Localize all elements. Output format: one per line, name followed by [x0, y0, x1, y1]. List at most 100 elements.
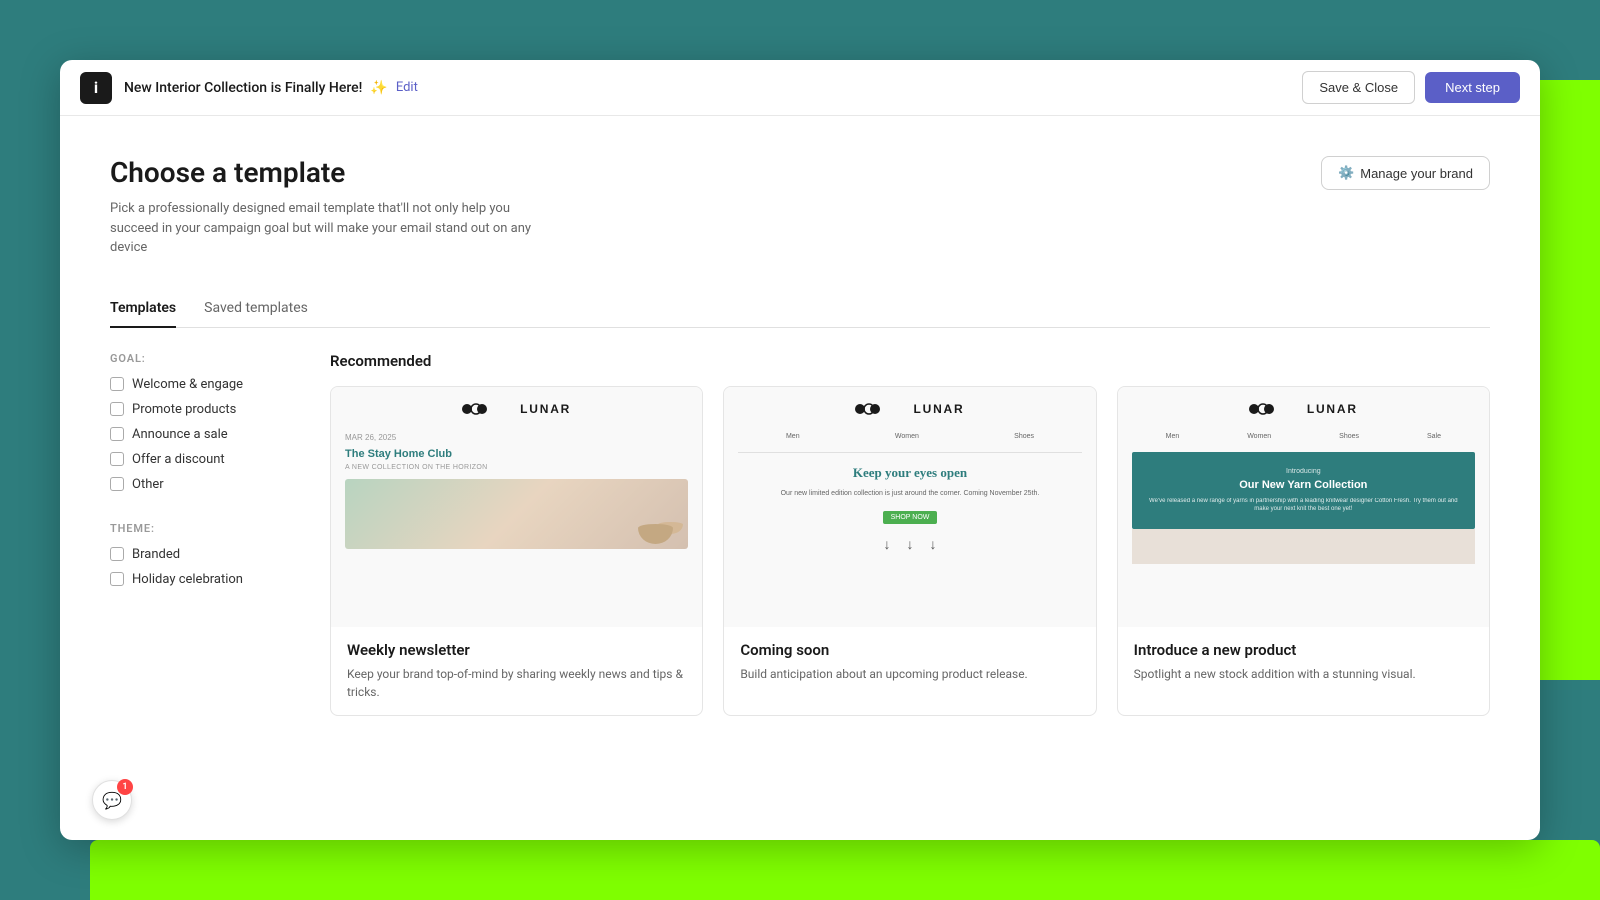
- page-title: Choose a template: [110, 156, 550, 189]
- other-checkbox[interactable]: [110, 477, 124, 491]
- chat-button[interactable]: 💬 1: [92, 780, 132, 820]
- preview-nav: Men Women Shoes: [738, 433, 1081, 440]
- preview-new-collection: A NEW COLLECTION ON THE HORIZON: [345, 464, 688, 471]
- preview-teal-banner: Introducing Our New Yarn Collection We'v…: [1132, 452, 1475, 530]
- template-desc-coming-soon: Build anticipation about an upcoming pro…: [740, 665, 1079, 683]
- preview-image: [345, 479, 688, 549]
- template-preview-newsletter: LUNAR MAR 26, 2025 The Stay Home Club A …: [331, 387, 702, 627]
- sidebar-item-discount[interactable]: Offer a discount: [110, 452, 290, 467]
- holiday-checkbox[interactable]: [110, 572, 124, 586]
- template-name-newsletter: Weekly newsletter: [347, 641, 686, 659]
- promote-checkbox[interactable]: [110, 402, 124, 416]
- template-info-coming-soon: Coming soon Build anticipation about an …: [724, 627, 1095, 697]
- page-header-left: Choose a template Pick a professionally …: [110, 156, 550, 258]
- main-window: i New Interior Collection is Finally Her…: [60, 60, 1540, 840]
- next-step-button[interactable]: Next step: [1425, 72, 1520, 103]
- tab-saved-templates[interactable]: Saved templates: [204, 290, 308, 328]
- sidebar-item-promote[interactable]: Promote products: [110, 402, 290, 417]
- lunar-brand-2: LUNAR: [913, 402, 964, 416]
- manage-brand-label: Manage your brand: [1360, 166, 1473, 181]
- preview-date: MAR 26, 2025: [345, 433, 688, 442]
- welcome-checkbox[interactable]: [110, 377, 124, 391]
- template-desc-newsletter: Keep your brand top-of-mind by sharing w…: [347, 665, 686, 701]
- other-label: Other: [132, 477, 164, 492]
- template-tabs: Templates Saved templates: [110, 290, 1490, 328]
- templates-area: Recommended: [330, 352, 1490, 716]
- logo-letter: i: [94, 78, 98, 97]
- nav-men: Men: [786, 433, 800, 440]
- sparkle-icon: ✨: [370, 80, 387, 96]
- preview-eyes-open: Keep your eyes open: [738, 465, 1081, 481]
- arrow-3: ↓: [929, 536, 936, 552]
- template-preview-coming-soon: LUNAR Men Women Shoes Keep your eyes ope…: [724, 387, 1095, 627]
- preview-shop-center: SHOP NOW: [738, 506, 1081, 524]
- goal-section-label: GOAL:: [110, 352, 290, 365]
- announce-checkbox[interactable]: [110, 427, 124, 441]
- preview-product-image: [1132, 529, 1475, 564]
- announce-label: Announce a sale: [132, 427, 228, 442]
- page-description: Pick a professionally designed email tem…: [110, 199, 550, 258]
- branded-checkbox[interactable]: [110, 547, 124, 561]
- discount-checkbox[interactable]: [110, 452, 124, 466]
- topbar: i New Interior Collection is Finally Her…: [60, 60, 1540, 116]
- lunar-brand-3: LUNAR: [1307, 402, 1358, 416]
- app-logo: i: [80, 72, 112, 104]
- chat-badge: 1: [117, 779, 133, 795]
- sidebar-item-announce[interactable]: Announce a sale: [110, 427, 290, 442]
- edit-link[interactable]: Edit: [396, 80, 418, 95]
- preview-stay-home: The Stay Home Club: [345, 448, 688, 460]
- sidebar: GOAL: Welcome & engage Promote products …: [110, 352, 290, 716]
- template-info-newsletter: Weekly newsletter Keep your brand top-of…: [331, 627, 702, 715]
- promote-label: Promote products: [132, 402, 236, 417]
- preview-shop-now: SHOP NOW: [883, 511, 938, 524]
- template-name-coming-soon: Coming soon: [740, 641, 1079, 659]
- nav-women-3: Women: [1247, 433, 1271, 440]
- template-card-weekly-newsletter[interactable]: LUNAR MAR 26, 2025 The Stay Home Club A …: [330, 386, 703, 716]
- template-desc-new-product: Spotlight a new stock addition with a st…: [1134, 665, 1473, 683]
- save-close-button[interactable]: Save & Close: [1302, 71, 1415, 104]
- sidebar-item-branded[interactable]: Branded: [110, 547, 290, 562]
- campaign-title: New Interior Collection is Finally Here!: [124, 80, 362, 96]
- template-preview-new-product: LUNAR Men Women Shoes Sale: [1118, 387, 1489, 627]
- recommended-section-title: Recommended: [330, 352, 1490, 370]
- welcome-label: Welcome & engage: [132, 377, 243, 392]
- branded-label: Branded: [132, 547, 180, 562]
- tab-templates[interactable]: Templates: [110, 290, 176, 328]
- sidebar-item-other[interactable]: Other: [110, 477, 290, 492]
- page-header: Choose a template Pick a professionally …: [110, 156, 1490, 258]
- gear-icon: ⚙️: [1338, 165, 1354, 181]
- preview-nav-product: Men Women Shoes Sale: [1132, 433, 1475, 440]
- nav-shoes: Shoes: [1014, 433, 1034, 440]
- lunar-logo-svg-2: [855, 401, 907, 417]
- preview-yarn-title: Our New Yarn Collection: [1144, 479, 1463, 491]
- discount-label: Offer a discount: [132, 452, 225, 467]
- bg-accent-bottom: [90, 840, 1600, 900]
- arrow-2: ↓: [906, 536, 913, 552]
- holiday-label: Holiday celebration: [132, 572, 243, 587]
- template-info-new-product: Introduce a new product Spotlight a new …: [1118, 627, 1489, 697]
- manage-brand-button[interactable]: ⚙️ Manage your brand: [1321, 156, 1490, 190]
- nav-shoes-3: Shoes: [1339, 433, 1359, 440]
- preview-yarn-desc: We've released a new range of yarns in p…: [1144, 497, 1463, 514]
- sidebar-item-welcome[interactable]: Welcome & engage: [110, 377, 290, 392]
- preview-arrows: ↓ ↓ ↓: [738, 536, 1081, 552]
- main-layout: GOAL: Welcome & engage Promote products …: [110, 352, 1490, 716]
- sidebar-item-holiday[interactable]: Holiday celebration: [110, 572, 290, 587]
- theme-section-label: THEME:: [110, 522, 290, 535]
- content-area: Choose a template Pick a professionally …: [60, 116, 1540, 840]
- template-card-coming-soon[interactable]: LUNAR Men Women Shoes Keep your eyes ope…: [723, 386, 1096, 716]
- template-card-new-product[interactable]: LUNAR Men Women Shoes Sale: [1117, 386, 1490, 716]
- template-name-new-product: Introduce a new product: [1134, 641, 1473, 659]
- nav-sale-3: Sale: [1427, 433, 1441, 440]
- chat-icon: 💬: [102, 791, 122, 810]
- lunar-brand-1: LUNAR: [520, 402, 571, 416]
- preview-introducing: Introducing: [1144, 468, 1463, 475]
- nav-women: Women: [895, 433, 919, 440]
- lunar-logo-svg: [462, 401, 514, 417]
- arrow-1: ↓: [883, 536, 890, 552]
- nav-men-3: Men: [1166, 433, 1180, 440]
- preview-limited: Our new limited edition collection is ju…: [738, 489, 1081, 499]
- templates-grid: LUNAR MAR 26, 2025 The Stay Home Club A …: [330, 386, 1490, 716]
- nav-divider: [738, 452, 1081, 453]
- lunar-logo-svg-3: [1249, 401, 1301, 417]
